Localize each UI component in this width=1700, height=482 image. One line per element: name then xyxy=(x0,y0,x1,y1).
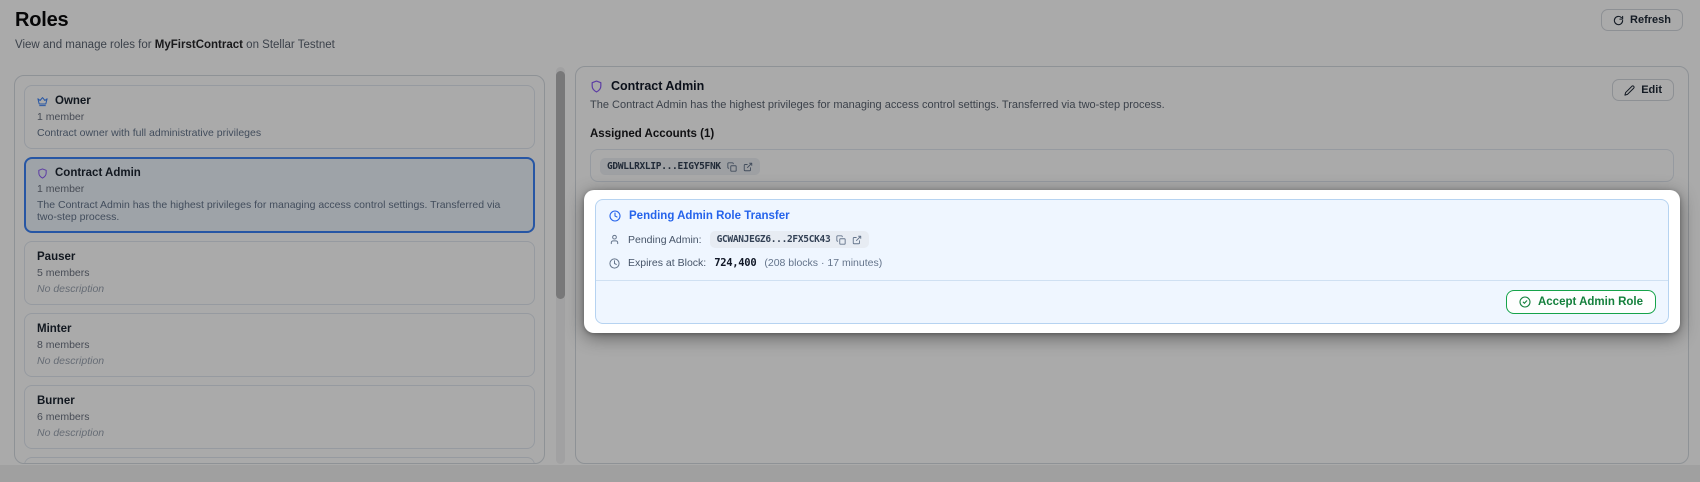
subtitle-contract-name: MyFirstContract xyxy=(154,39,243,51)
refresh-button-label: Refresh xyxy=(1630,14,1671,26)
role-description: No description xyxy=(37,355,105,367)
shield-icon xyxy=(590,79,603,93)
assigned-accounts-heading: Assigned Accounts (1) xyxy=(590,128,715,140)
detail-head-text: Contract Admin The Contract Admin has th… xyxy=(590,79,1165,111)
detail-role-description: The Contract Admin has the highest privi… xyxy=(590,99,1165,111)
pending-admin-label: Pending Admin: xyxy=(628,233,702,246)
clock-icon xyxy=(609,210,621,222)
expires-row: Expires at Block: 724,400 (208 blocks · … xyxy=(609,257,1655,269)
shield-icon xyxy=(37,167,48,179)
expires-label: Expires at Block: xyxy=(628,257,707,269)
expires-block-number: 724,400 xyxy=(714,257,757,269)
pending-transfer-title: Pending Admin Role Transfer xyxy=(629,210,790,222)
subtitle-suffix: on Stellar Testnet xyxy=(242,39,335,51)
role-card-owner[interactable]: Owner 1 member Contract owner with full … xyxy=(24,85,535,149)
role-card-burner[interactable]: Burner 6 members No description xyxy=(24,385,535,449)
role-member-count: 8 members xyxy=(37,339,90,351)
scrollbar-thumb[interactable] xyxy=(556,71,565,299)
roles-list-scrollbar[interactable] xyxy=(556,67,565,464)
role-description: No description xyxy=(37,283,105,295)
accept-admin-role-button[interactable]: Accept Admin Role xyxy=(1505,290,1656,314)
pending-admin-transfer-card: Pending Admin Role Transfer Pending Admi… xyxy=(595,199,1669,324)
page-title: Roles xyxy=(15,9,69,31)
page-header-text: Roles View and manage roles for MyFirstC… xyxy=(15,9,335,51)
role-card-minter[interactable]: Minter 8 members No description xyxy=(24,313,535,377)
detail-role-title: Contract Admin xyxy=(611,79,705,93)
role-name: Contract Admin xyxy=(55,167,141,179)
refresh-button[interactable]: Refresh xyxy=(1601,9,1683,31)
expires-note: (208 blocks · 17 minutes) xyxy=(764,257,883,269)
pending-admin-address-chip: GCWANJEGZ6...2FX5CK43 xyxy=(709,231,870,248)
spotlight-highlight: Pending Admin Role Transfer Pending Admi… xyxy=(584,190,1680,333)
role-name: Minter xyxy=(37,323,72,335)
roles-list-panel: Owner 1 member Contract owner with full … xyxy=(14,75,545,464)
role-card-pauser[interactable]: Pauser 5 members No description xyxy=(24,241,535,305)
assigned-accounts-box: GDWLLRXLIP...EIGY5FNK xyxy=(590,149,1674,182)
role-member-count: 5 members xyxy=(37,267,90,279)
crown-icon xyxy=(37,96,48,107)
page-bottom-strip xyxy=(0,465,1700,482)
user-icon xyxy=(609,234,620,245)
external-link-icon[interactable] xyxy=(852,235,862,245)
copy-icon[interactable] xyxy=(836,234,846,245)
role-name: Burner xyxy=(37,395,75,407)
account-address-chip: GDWLLRXLIP...EIGY5FNK xyxy=(600,158,760,175)
edit-button[interactable]: Edit xyxy=(1612,79,1674,101)
edit-button-label: Edit xyxy=(1641,84,1662,96)
pending-admin-row: Pending Admin: GCWANJEGZ6...2FX5CK43 xyxy=(609,231,1655,248)
role-member-count: 1 member xyxy=(37,183,85,195)
accept-button-label: Accept Admin Role xyxy=(1537,296,1643,308)
role-name: Pauser xyxy=(37,251,76,263)
role-card-viewer[interactable]: Viewer 5 members No description xyxy=(24,457,535,463)
check-circle-icon xyxy=(1519,296,1531,308)
page-header: Roles View and manage roles for MyFirstC… xyxy=(15,9,1683,51)
role-detail-panel: Contract Admin The Contract Admin has th… xyxy=(575,66,1689,464)
external-link-icon[interactable] xyxy=(743,162,753,172)
copy-icon[interactable] xyxy=(727,161,737,172)
role-member-count: 6 members xyxy=(37,411,90,423)
pending-admin-address: GCWANJEGZ6...2FX5CK43 xyxy=(716,234,831,245)
pencil-icon xyxy=(1624,84,1635,96)
role-description: No description xyxy=(37,427,105,439)
role-card-contract-admin[interactable]: Contract Admin 1 member The Contract Adm… xyxy=(24,157,535,233)
role-name: Owner xyxy=(55,95,91,107)
refresh-icon xyxy=(1613,15,1624,26)
clock-icon xyxy=(609,257,620,269)
page-subtitle: View and manage roles for MyFirstContrac… xyxy=(15,39,335,51)
subtitle-prefix: View and manage roles for xyxy=(15,39,155,51)
role-member-count: 1 member xyxy=(37,111,85,123)
account-address: GDWLLRXLIP...EIGY5FNK xyxy=(607,161,721,172)
role-description: Contract owner with full administrative … xyxy=(37,127,262,139)
role-description: The Contract Admin has the highest privi… xyxy=(37,199,501,223)
